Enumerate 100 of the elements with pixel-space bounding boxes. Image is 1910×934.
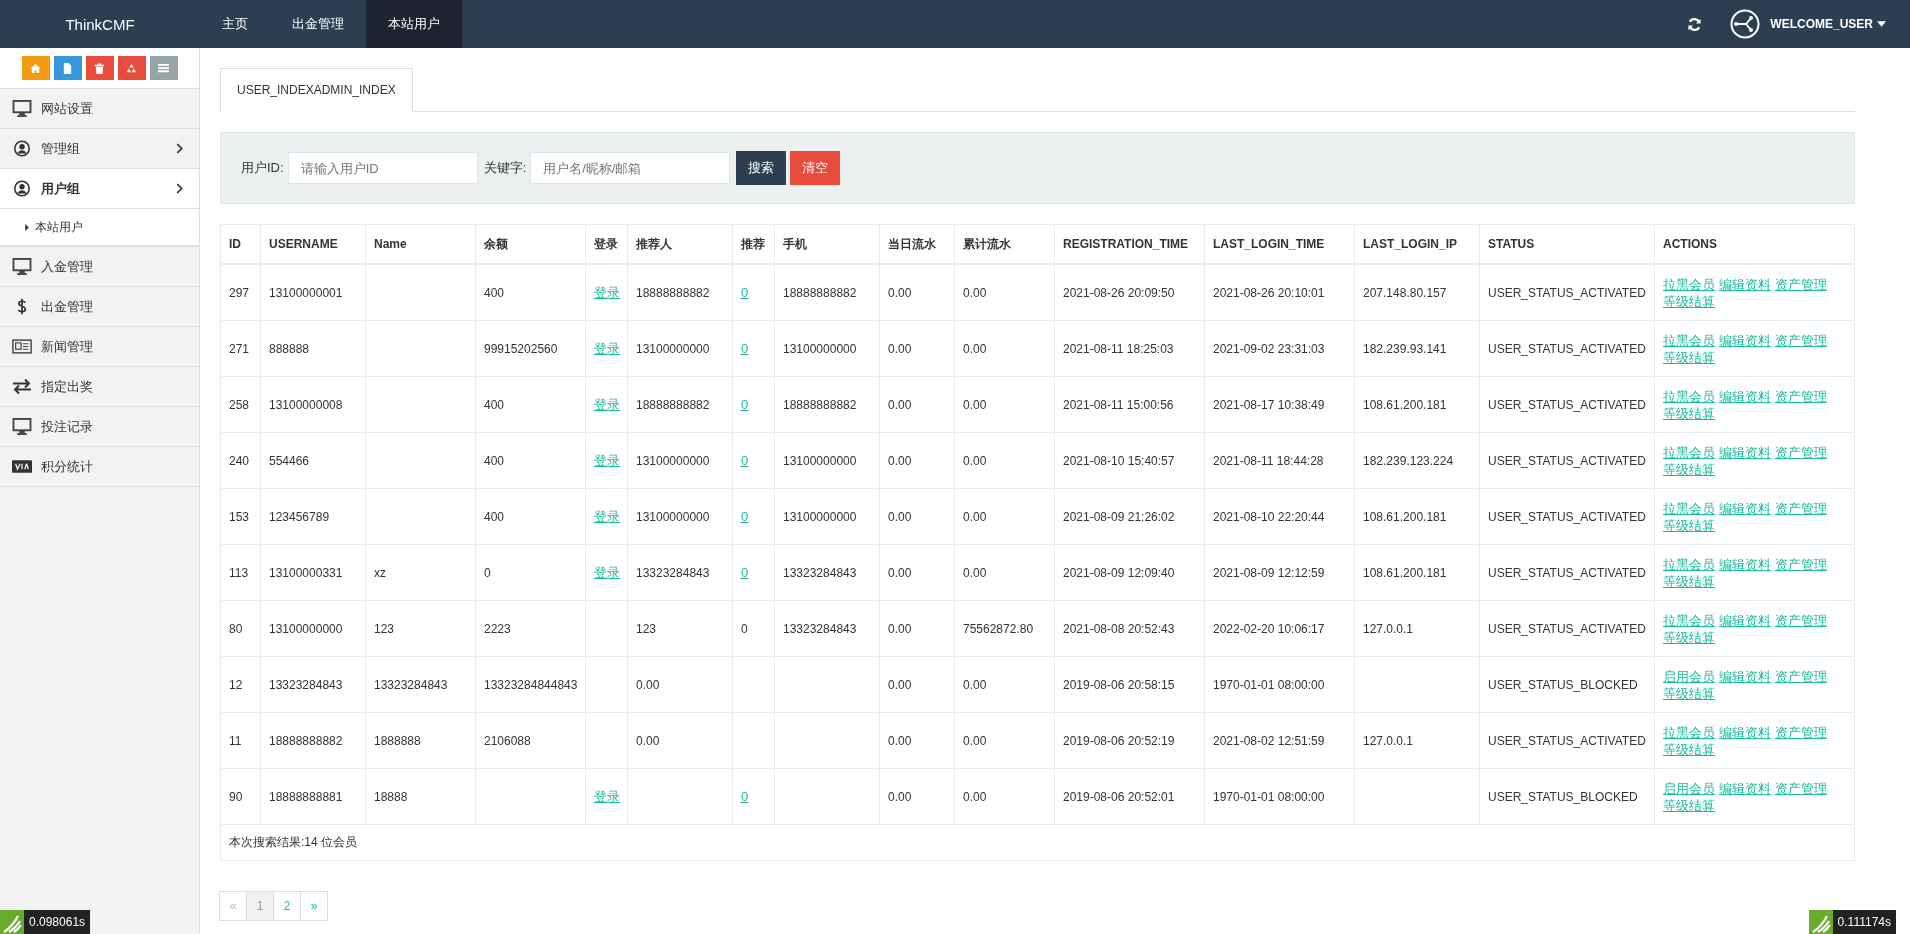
table-link[interactable]: 登录 <box>594 284 620 300</box>
action-link[interactable]: 等级结算 <box>1663 629 1715 645</box>
action-link[interactable]: 等级结算 <box>1663 349 1715 365</box>
search-button[interactable]: 搜索 <box>736 151 787 185</box>
action-link[interactable]: 拉黑会员 <box>1663 500 1715 516</box>
action-link[interactable]: 拉黑会员 <box>1663 388 1715 404</box>
action-link[interactable]: 启用会员 <box>1663 668 1715 684</box>
user-icon <box>12 140 32 157</box>
action-link[interactable]: 编辑资料 <box>1719 612 1771 628</box>
action-link[interactable]: 拉黑会员 <box>1663 612 1715 628</box>
table-cell: 153 <box>220 488 261 545</box>
action-link[interactable]: 资产管理 <box>1775 444 1827 460</box>
action-link[interactable]: 资产管理 <box>1775 556 1827 572</box>
shortcut-button[interactable] <box>53 56 82 80</box>
table-link[interactable]: 0 <box>741 285 749 300</box>
table-link[interactable]: 登录 <box>594 396 620 412</box>
action-link[interactable]: 拉黑会员 <box>1663 332 1715 348</box>
user-menu[interactable]: WELCOME_USER <box>1770 0 1886 48</box>
action-link[interactable]: 资产管理 <box>1775 388 1827 404</box>
refresh-icon[interactable] <box>1687 16 1703 32</box>
avatar-icon[interactable] <box>1730 9 1761 39</box>
action-link[interactable]: 拉黑会员 <box>1663 724 1715 740</box>
debug-timer: 0.111174s <box>1808 910 1896 934</box>
keyword-field[interactable]: 用户名/昵称/邮箱 <box>530 152 731 184</box>
action-link[interactable]: 等级结算 <box>1663 741 1715 757</box>
action-link[interactable]: 资产管理 <box>1775 780 1827 796</box>
page-link[interactable]: 2 <box>273 891 301 921</box>
action-link[interactable]: 等级结算 <box>1663 685 1715 701</box>
table-cell: 90 <box>220 768 261 825</box>
action-link[interactable]: 启用会员 <box>1663 780 1715 796</box>
table-link[interactable]: 0 <box>741 565 749 580</box>
nav-tab[interactable]: 本站用户 <box>366 0 462 48</box>
page-tab[interactable]: USER_INDEXADMIN_INDEX <box>220 68 413 112</box>
user-id-field[interactable]: 请输入用户ID <box>287 152 478 184</box>
action-link[interactable]: 资产管理 <box>1775 724 1827 740</box>
action-link[interactable]: 等级结算 <box>1663 573 1715 589</box>
action-link[interactable]: 资产管理 <box>1775 668 1827 684</box>
action-link[interactable]: 资产管理 <box>1775 612 1827 628</box>
table-link[interactable]: 0 <box>741 397 749 412</box>
action-link[interactable]: 编辑资料 <box>1719 500 1771 516</box>
home-icon <box>30 62 41 74</box>
action-link[interactable]: 编辑资料 <box>1719 780 1771 796</box>
table-link[interactable]: 登录 <box>594 452 620 468</box>
column-header: STATUS <box>1479 224 1655 264</box>
action-link[interactable]: 等级结算 <box>1663 461 1715 477</box>
action-link[interactable]: 资产管理 <box>1775 500 1827 516</box>
action-link[interactable]: 编辑资料 <box>1719 332 1771 348</box>
table-cell: 2223 <box>475 600 586 657</box>
action-link[interactable]: 编辑资料 <box>1719 444 1771 460</box>
action-link[interactable]: 等级结算 <box>1663 293 1715 309</box>
action-link[interactable]: 编辑资料 <box>1719 276 1771 292</box>
shortcut-button[interactable] <box>85 56 114 80</box>
table-cell: 182.239.93.141 <box>1354 320 1480 377</box>
action-link[interactable]: 资产管理 <box>1775 332 1827 348</box>
nav-tab[interactable]: 出金管理 <box>270 0 366 48</box>
shortcut-button[interactable] <box>149 56 178 80</box>
table-cell: 0.00 <box>879 432 955 489</box>
action-link[interactable]: 拉黑会员 <box>1663 444 1715 460</box>
action-link[interactable]: 编辑资料 <box>1719 724 1771 740</box>
page-link[interactable]: 1 <box>246 891 274 921</box>
table-cell: USER_STATUS_BLOCKED <box>1479 768 1655 825</box>
file-icon <box>62 62 73 74</box>
table-cell: 18888888882 <box>774 264 880 321</box>
table-link[interactable]: 0 <box>741 789 749 804</box>
table-cell: xz <box>365 544 476 601</box>
table-link[interactable]: 登录 <box>594 340 620 356</box>
table-cell: 271 <box>220 320 261 377</box>
shortcut-button[interactable] <box>21 56 50 80</box>
column-header: 手机 <box>774 224 880 264</box>
action-link[interactable]: 等级结算 <box>1663 517 1715 533</box>
action-link[interactable]: 等级结算 <box>1663 405 1715 421</box>
page-link[interactable]: » <box>300 891 328 921</box>
action-link[interactable]: 编辑资料 <box>1719 388 1771 404</box>
table-cell: 13323284844843 <box>475 656 586 713</box>
sidebar-item[interactable]: 用户组 <box>0 169 199 209</box>
shortcut-button[interactable] <box>117 56 146 80</box>
table-cell: 13100000008 <box>260 376 366 433</box>
table-link[interactable]: 登录 <box>594 508 620 524</box>
table-cell: 240 <box>220 432 261 489</box>
action-link[interactable]: 编辑资料 <box>1719 668 1771 684</box>
sidebar-subitem[interactable]: 本站用户 <box>0 209 199 247</box>
table-link[interactable]: 登录 <box>594 788 620 804</box>
action-link[interactable]: 拉黑会员 <box>1663 276 1715 292</box>
table-cell: 18888888882 <box>774 376 880 433</box>
action-link[interactable]: 等级结算 <box>1663 797 1715 813</box>
table-cell: 2021-08-26 20:10:01 <box>1204 264 1355 321</box>
table-link[interactable]: 0 <box>741 509 749 524</box>
table-cell: 400 <box>475 264 586 321</box>
table-link[interactable]: 0 <box>741 453 749 468</box>
table-link[interactable]: 0 <box>741 341 749 356</box>
action-link[interactable]: 编辑资料 <box>1719 556 1771 572</box>
action-link[interactable]: 资产管理 <box>1775 276 1827 292</box>
table-cell: 1888888 <box>365 712 476 769</box>
flame-logo-icon <box>0 910 24 934</box>
table-cell: 13100000000 <box>627 432 733 489</box>
action-link[interactable]: 拉黑会员 <box>1663 556 1715 572</box>
nav-tab[interactable]: 主页 <box>200 0 270 48</box>
clear-button[interactable]: 清空 <box>790 151 841 185</box>
table-cell: 297 <box>220 264 261 321</box>
table-link[interactable]: 登录 <box>594 564 620 580</box>
